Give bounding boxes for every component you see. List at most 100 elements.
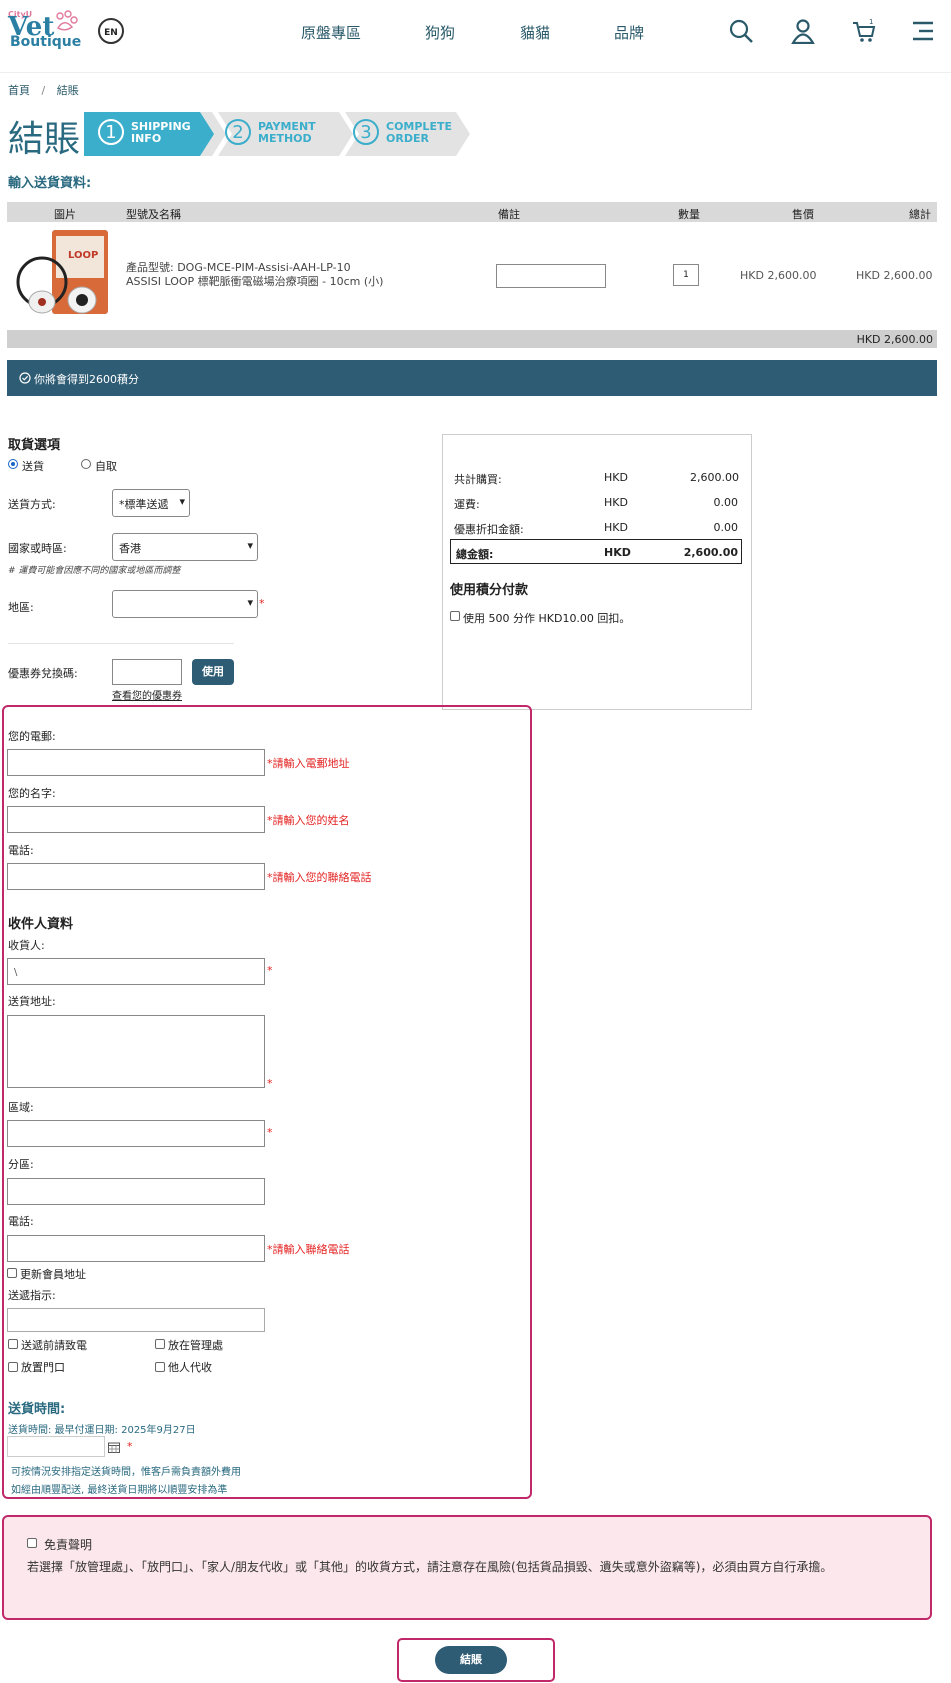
opt-management-checkbox[interactable]	[155, 1339, 165, 1349]
svg-text:LOOP: LOOP	[68, 250, 98, 261]
step-3-label: COMPLETE ORDER	[386, 120, 452, 145]
subdistrict-label: 分區:	[8, 1158, 34, 1171]
phone-field[interactable]	[7, 863, 265, 890]
instruction-field[interactable]	[7, 1308, 265, 1332]
points-banner: 你將會得到2600積分	[7, 360, 937, 396]
email-error: *請輸入電郵地址	[267, 757, 350, 770]
country-note: # 運費可能會因應不同的國家或地區而調整	[8, 566, 181, 576]
item-price: HKD 2,600.00	[740, 269, 817, 282]
step-2-number: 2	[225, 119, 251, 145]
email-field[interactable]	[7, 749, 265, 776]
radio-self-pickup-label[interactable]: 自取	[95, 458, 117, 474]
radio-delivery[interactable]	[8, 459, 18, 469]
summary-label-total: 總金額:	[456, 548, 494, 561]
update-address-label[interactable]: 更新會員地址	[20, 1266, 86, 1282]
cart-table-header: 圖片 型號及名稱 備註 數量 售價 總計	[7, 202, 937, 222]
product-name[interactable]: ASSISI LOOP 標靶脈衝電磁場治療項圈 - 10cm (小)	[126, 275, 383, 289]
remark-input[interactable]	[496, 264, 606, 288]
chevron-down-icon: ▾	[247, 539, 253, 552]
checkout-button[interactable]: 結賬	[435, 1646, 507, 1674]
delivery-note-2: 如經由順豐配送, 最終送貨日期將以順豐安排為準	[11, 1485, 228, 1496]
product-image[interactable]: LOOP	[12, 228, 114, 322]
col-total: 總計	[909, 208, 931, 221]
search-icon[interactable]	[728, 18, 754, 44]
col-price: 售價	[792, 208, 814, 221]
nav-promo[interactable]: 原盤專區	[301, 22, 361, 43]
disclaimer-text: 若選擇「放管理處」、「放門口」、「家人/朋友代收」或「其他」的收貨方式，請注意存…	[27, 1560, 833, 1574]
pickup-title: 取貨選項	[8, 438, 61, 453]
country-select[interactable]: 香港 ▾	[112, 533, 258, 561]
country-label: 國家或時區:	[8, 542, 67, 555]
opt-door-checkbox[interactable]	[8, 1362, 18, 1372]
nav-dogs[interactable]: 狗狗	[425, 22, 455, 43]
email-label: 您的電郵:	[8, 730, 56, 743]
coupon-apply-button[interactable]: 使用	[192, 659, 234, 685]
calendar-icon[interactable]	[108, 1442, 120, 1453]
points-pay-title: 使用積分付款	[450, 583, 529, 598]
coupon-input[interactable]	[112, 659, 182, 685]
view-coupons-link[interactable]: 查看您的優惠券	[112, 687, 182, 702]
address-textarea[interactable]	[7, 1015, 265, 1088]
phone-error: *請輸入您的聯絡電話	[267, 871, 372, 884]
delivery-earliest: 送貨時間: 最早付運日期: 2025年9月27日	[8, 1425, 196, 1436]
step-1-label: SHIPPING INFO	[131, 120, 191, 145]
delivery-date-input[interactable]	[7, 1436, 105, 1457]
opt-proxy-label[interactable]: 他人代收	[168, 1359, 212, 1375]
language-toggle-icon[interactable]: EN	[98, 18, 124, 44]
name-label: 您的名字:	[8, 787, 56, 800]
delivery-date-required: *	[127, 1440, 133, 1453]
menu-icon[interactable]	[910, 18, 936, 44]
recipient-phone-field[interactable]	[7, 1235, 265, 1262]
radio-self-pickup[interactable]	[81, 459, 91, 469]
recipient-name-field[interactable]: \	[7, 958, 265, 985]
ship-method-select[interactable]: *標準送遞 ▾	[112, 489, 190, 517]
nav-cats[interactable]: 貓貓	[520, 22, 550, 43]
ship-method-label: 送貨方式:	[8, 498, 56, 511]
address-required: *	[267, 1077, 273, 1090]
radio-delivery-label[interactable]: 送貨	[22, 458, 44, 474]
points-pay-label[interactable]: 使用 500 分作 HKD10.00 回扣。	[463, 610, 630, 626]
coupon-label: 優惠券兌換碼:	[8, 667, 78, 680]
opt-call-label[interactable]: 送遞前請致電	[21, 1337, 87, 1353]
update-address-checkbox[interactable]	[7, 1268, 17, 1278]
quantity-input[interactable]: 1	[673, 264, 699, 286]
points-text: 你將會得到2600積分	[34, 373, 139, 386]
divider	[8, 643, 234, 644]
logo-boutique[interactable]: Boutique	[10, 34, 81, 50]
region-select[interactable]: ▾	[112, 590, 258, 618]
breadcrumb-home[interactable]: 首頁	[8, 84, 30, 97]
shipping-section-label: 輸入送貨資料:	[8, 176, 92, 191]
points-pay-checkbox[interactable]	[450, 611, 460, 621]
summary-amt-total: 2,600.00	[683, 546, 738, 559]
opt-door-label[interactable]: 放置門口	[21, 1359, 65, 1375]
district-field[interactable]	[7, 1120, 265, 1147]
delivery-note-1: 可按情況安排指定送貨時間，惟客戶需負責額外費用	[11, 1467, 241, 1478]
opt-call-checkbox[interactable]	[8, 1339, 18, 1349]
user-icon[interactable]	[790, 18, 816, 44]
col-qty: 數量	[678, 208, 700, 221]
product-model: 產品型號: DOG-MCE-PIM-Assisi-AAH-LP-10	[126, 261, 351, 274]
summary-cur-shipping: HKD	[604, 496, 628, 509]
breadcrumb: 首頁 / 結賬	[8, 82, 79, 98]
summary-label-discount: 優惠折扣金額:	[454, 523, 524, 536]
chevron-down-icon: ▾	[247, 596, 253, 609]
item-total: HKD 2,600.00	[856, 269, 933, 282]
opt-proxy-checkbox[interactable]	[155, 1362, 165, 1372]
address-label: 送貨地址:	[8, 995, 56, 1008]
disclaimer-checkbox[interactable]	[27, 1538, 37, 1548]
disclaimer-title[interactable]: 免責聲明	[44, 1536, 92, 1553]
name-field[interactable]	[7, 806, 265, 833]
summary-amt-shipping: 0.00	[713, 496, 739, 509]
product-description: 產品型號: DOG-MCE-PIM-Assisi-AAH-LP-10 ASSIS…	[126, 261, 383, 289]
summary-cur-total: HKD	[604, 546, 631, 559]
svg-text:1: 1	[869, 18, 873, 26]
nav-brands[interactable]: 品牌	[614, 22, 644, 43]
opt-management-label[interactable]: 放在管理處	[168, 1337, 223, 1353]
cart-icon[interactable]: 1	[851, 18, 877, 44]
summary-cur-discount: HKD	[604, 521, 628, 534]
name-error: *請輸入您的姓名	[267, 814, 350, 827]
instruction-label: 送遞指示:	[8, 1289, 56, 1302]
recipient-phone-error: *請輸入聯絡電話	[267, 1243, 350, 1256]
recipient-title: 收件人資料	[8, 917, 74, 932]
subdistrict-field[interactable]	[7, 1178, 265, 1205]
